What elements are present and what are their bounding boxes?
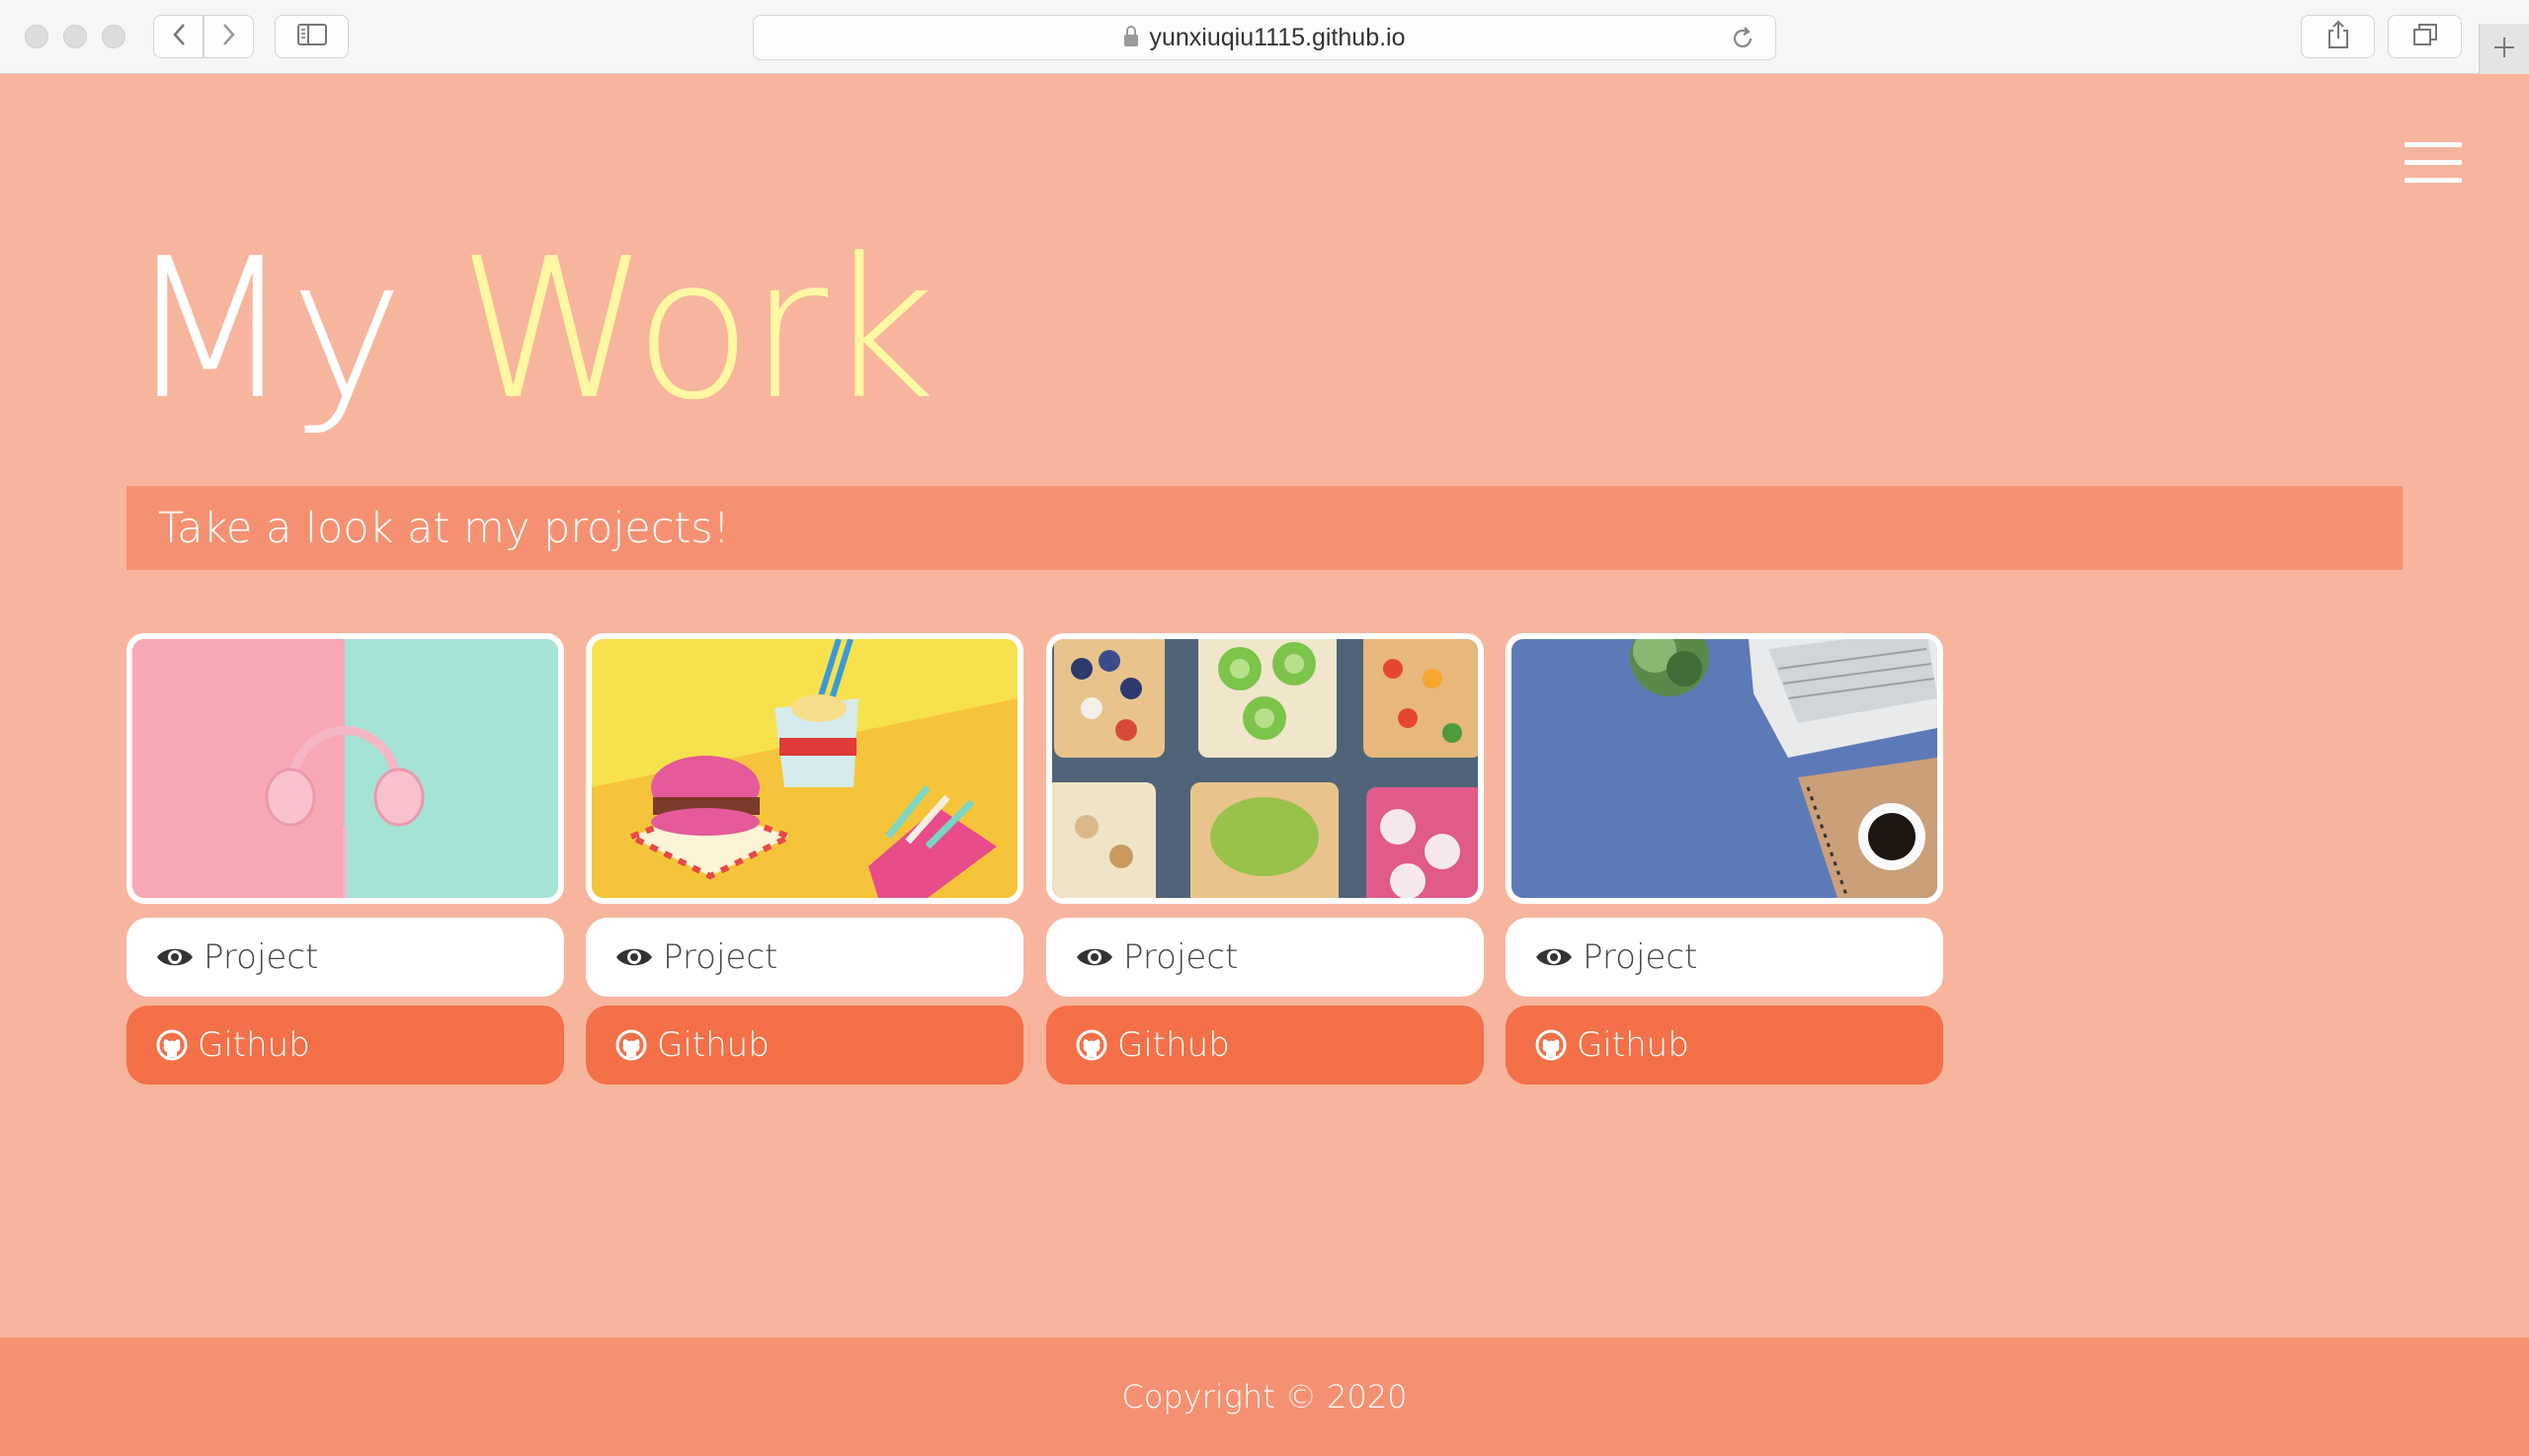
- page-title: My Work: [126, 233, 937, 427]
- url-text: yunxiuqiu1115.github.io: [1149, 23, 1406, 51]
- tabs-icon: [2412, 23, 2438, 50]
- sidebar-icon: [296, 24, 327, 49]
- forward-button[interactable]: [204, 15, 254, 58]
- project-card: Project Github: [586, 633, 1023, 1085]
- github-icon: [615, 1029, 647, 1061]
- subtitle-banner: Take a look at my projects!: [126, 486, 2403, 570]
- project-thumbnail[interactable]: [1046, 633, 1484, 904]
- tabs-button[interactable]: [2388, 15, 2462, 58]
- close-window-button[interactable]: [25, 25, 48, 48]
- lock-icon: [1123, 26, 1138, 46]
- project-button[interactable]: Project: [126, 918, 564, 997]
- github-button-label: Github: [657, 1025, 770, 1065]
- minimize-window-button[interactable]: [63, 25, 87, 48]
- eye-icon: [1076, 945, 1113, 969]
- reload-icon[interactable]: [1730, 26, 1755, 58]
- hamburger-icon: [2405, 142, 2462, 147]
- github-button[interactable]: Github: [126, 1006, 564, 1085]
- project-thumbnail[interactable]: [1506, 633, 1943, 904]
- plus-icon: [2492, 36, 2516, 63]
- forward-icon: [222, 23, 236, 50]
- browser-toolbar: yunxiuqiu1115.github.io: [0, 0, 2529, 74]
- project-card: Project Github: [126, 633, 564, 1085]
- title-first-word: My: [126, 217, 404, 443]
- page-footer: Copyright © 2020: [0, 1337, 2529, 1456]
- project-button-label: Project: [1123, 937, 1239, 977]
- project-card: Project Github: [1506, 633, 1943, 1085]
- copyright-text: Copyright © 2020: [1121, 1378, 1408, 1416]
- subtitle-text: Take a look at my projects!: [158, 503, 730, 553]
- new-tab-button[interactable]: [2479, 24, 2529, 74]
- github-icon: [1535, 1029, 1567, 1061]
- github-button[interactable]: Github: [1046, 1006, 1484, 1085]
- github-button[interactable]: Github: [1506, 1006, 1943, 1085]
- zoom-window-button[interactable]: [102, 25, 125, 48]
- share-icon: [2326, 20, 2350, 53]
- address-bar[interactable]: yunxiuqiu1115.github.io: [753, 15, 1776, 60]
- project-button-label: Project: [1583, 937, 1698, 977]
- back-icon: [172, 23, 186, 50]
- project-card: Project Github: [1046, 633, 1484, 1085]
- github-button-label: Github: [1117, 1025, 1230, 1065]
- project-button[interactable]: Project: [1506, 918, 1943, 997]
- back-button[interactable]: [153, 15, 204, 58]
- project-button[interactable]: Project: [1046, 918, 1484, 997]
- share-button[interactable]: [2301, 15, 2375, 58]
- github-icon: [1076, 1029, 1107, 1061]
- github-button[interactable]: Github: [586, 1006, 1023, 1085]
- hamburger-menu-button[interactable]: [2405, 142, 2462, 184]
- title-accent-word: Work: [457, 217, 936, 443]
- eye-icon: [1535, 945, 1573, 969]
- project-button[interactable]: Project: [586, 918, 1023, 997]
- eye-icon: [615, 945, 653, 969]
- project-thumbnail[interactable]: [126, 633, 564, 904]
- project-thumbnail[interactable]: [586, 633, 1023, 904]
- project-button-label: Project: [204, 937, 319, 977]
- project-button-label: Project: [663, 937, 778, 977]
- github-button-label: Github: [1577, 1025, 1689, 1065]
- github-icon: [156, 1029, 188, 1061]
- github-button-label: Github: [198, 1025, 310, 1065]
- eye-icon: [156, 945, 194, 969]
- sidebar-button[interactable]: [275, 15, 349, 58]
